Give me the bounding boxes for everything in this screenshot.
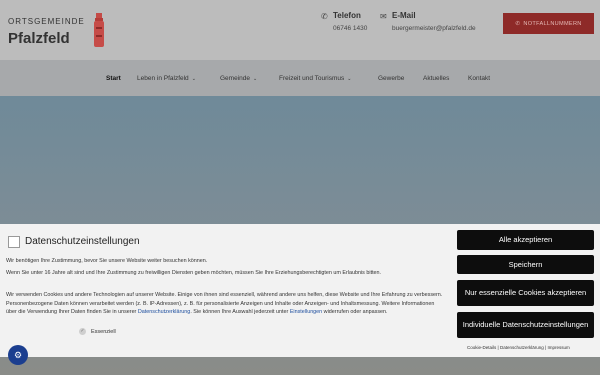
envelope-icon: ✉	[380, 12, 387, 21]
phone-icon: ✆	[515, 20, 521, 27]
individual-settings-button[interactable]: Individuelle Datenschutzeinstellungen	[457, 312, 594, 338]
save-button[interactable]: Speichern	[457, 255, 594, 274]
nav-item-gemeinde[interactable]: Gemeinde ⌄	[220, 75, 257, 82]
cookie-details-link[interactable]: Cookie-Details	[467, 345, 496, 350]
footer-separator: |	[497, 345, 499, 350]
dialog-footer-links: Cookie-Details | Datenschutzerklärung | …	[467, 345, 570, 350]
accept-all-button[interactable]: Alle akzeptieren	[457, 230, 594, 250]
phone-value[interactable]: 06746 1430	[333, 25, 367, 32]
nav-item-kontakt[interactable]: Kontakt	[468, 75, 490, 82]
essential-only-button[interactable]: Nur essenzielle Cookies akzeptieren	[457, 280, 594, 306]
nav-item-leben[interactable]: Leben in Pfalzfeld ⌄	[137, 75, 196, 82]
chevron-down-icon: ⌄	[347, 76, 352, 82]
email-contact[interactable]: ✉ E-Mail buergermeister@pfalzfeld.de	[380, 11, 476, 32]
cookie-settings-icon[interactable]: ⚙	[8, 345, 28, 365]
phone-contact[interactable]: ✆ Telefon 06746 1430	[321, 11, 367, 32]
phone-icon: ✆	[321, 12, 328, 21]
imprint-link[interactable]: Impressum	[547, 345, 569, 350]
dialog-title: Datenschutzeinstellungen	[25, 236, 140, 247]
privacy-link[interactable]: Datenschutzerklärung	[500, 345, 544, 350]
privacy-dialog: Datenschutzeinstellungen Wir benötigen I…	[0, 224, 600, 357]
shield-icon	[8, 236, 20, 248]
footer-separator: |	[545, 345, 547, 350]
tower-logo-icon[interactable]	[92, 13, 106, 47]
emergency-numbers-button[interactable]: ✆ NOTFALLNUMMERN	[503, 13, 594, 34]
privacy-policy-link[interactable]: Datenschutzerklärung	[138, 309, 190, 315]
nav-item-aktuelles[interactable]: Aktuelles	[423, 75, 449, 82]
settings-link[interactable]: Einstellungen	[290, 309, 322, 315]
logo-title[interactable]: Pfalzfeld	[8, 30, 70, 47]
essential-label: Essenziell	[91, 329, 116, 335]
main-nav: Start Leben in Pfalzfeld ⌄ Gemeinde ⌄ Frei…	[0, 60, 600, 96]
email-label: E-Mail	[392, 11, 416, 20]
nav-item-start[interactable]: Start	[106, 75, 121, 82]
age-notice-text: Wenn Sie unter 16 Jahre alt sind und Ihr…	[6, 270, 382, 276]
email-value[interactable]: buergermeister@pfalzfeld.de	[392, 25, 476, 32]
logo-subtitle[interactable]: ORTSGEMEINDE	[8, 17, 85, 26]
cookie-info-text: Wir verwenden Cookies und andere Technol…	[6, 292, 443, 315]
nav-item-gewerbe[interactable]: Gewerbe	[378, 75, 404, 82]
site-header: ORTSGEMEINDE Pfalzfeld ✆ Telefon 06746 1…	[0, 0, 600, 60]
chevron-down-icon: ⌄	[191, 76, 196, 82]
chevron-down-icon: ⌄	[253, 76, 258, 82]
nav-item-freizeit[interactable]: Freizeit und Tourismus ⌄	[279, 75, 351, 82]
consent-intro-text: Wir benötigen Ihre Zustimmung, bevor Sie…	[6, 258, 208, 264]
essential-checkbox[interactable]: ✓	[79, 328, 86, 335]
emergency-label: NOTFALLNUMMERN	[523, 20, 582, 27]
phone-label: Telefon	[333, 11, 361, 20]
